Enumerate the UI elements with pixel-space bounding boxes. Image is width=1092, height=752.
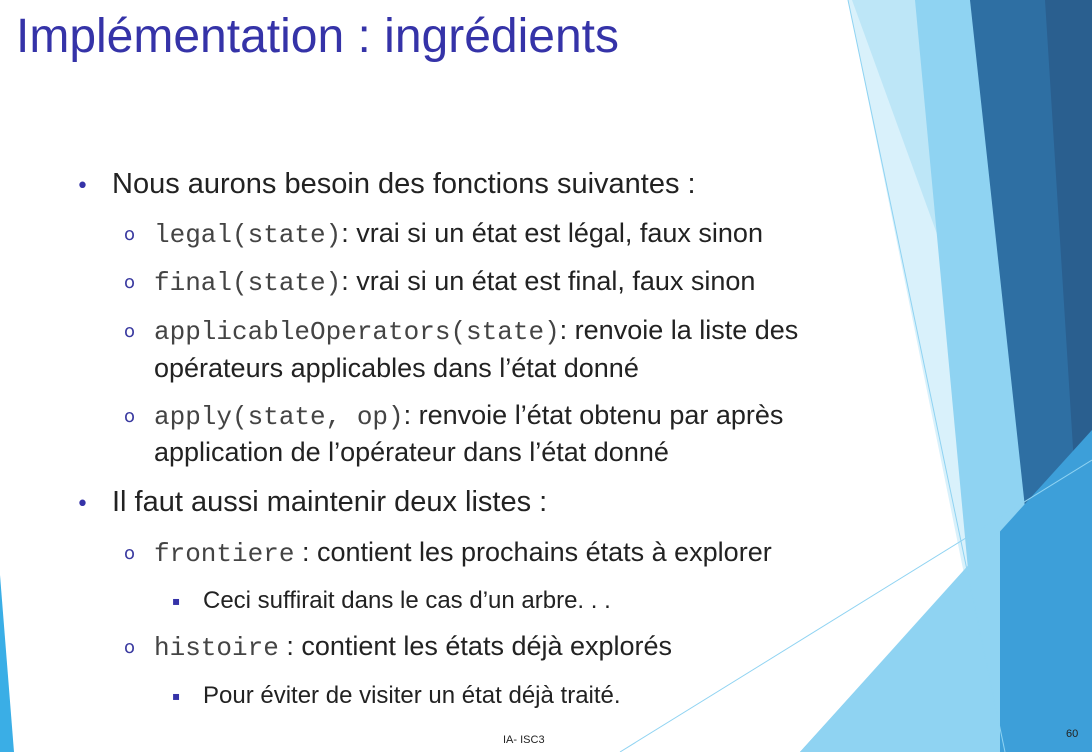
slide: Implémentation : ingrédients • Nous auro…	[0, 0, 1092, 752]
note-marker: ▪	[172, 689, 181, 703]
desc-frontiere: : contient les prochains états à explore…	[294, 537, 772, 567]
subitem-final: final(state): vrai si un état est final,…	[154, 264, 755, 300]
code-histoire: histoire	[154, 633, 279, 663]
note-histoire: Pour éviter de visiter un état déjà trai…	[203, 682, 621, 709]
code-legal: legal(state)	[154, 220, 342, 250]
bullet-marker: •	[76, 492, 89, 517]
subitem-legal: legal(state): vrai si un état est légal,…	[154, 216, 763, 252]
bullet-marker: •	[76, 174, 89, 199]
note-marker: ▪	[172, 594, 181, 608]
bullet-lists: Il faut aussi maintenir deux listes :	[112, 486, 548, 518]
subitem-marker: o	[124, 637, 136, 658]
subitem-marker: o	[124, 543, 136, 564]
bullet-functions: Nous aurons besoin des fonctions suivant…	[112, 168, 696, 200]
desc-apply: : renvoie l’état obtenu par après	[403, 400, 784, 430]
subitem-marker: o	[124, 224, 136, 245]
slide-content: • Nous aurons besoin des fonctions suiva…	[0, 0, 1092, 752]
desc-applicable-operators: : renvoie la liste des	[559, 315, 799, 345]
footer-course-label: IA- ISC3	[503, 734, 545, 746]
desc-legal: : vrai si un état est légal, faux sinon	[341, 218, 763, 248]
subitem-apply-line2: application de l’opérateur dans l’état d…	[154, 437, 669, 467]
code-final: final(state)	[154, 268, 342, 298]
subitem-apply: apply(state, op): renvoie l’état obtenu …	[154, 398, 783, 434]
code-frontiere: frontiere	[154, 539, 295, 569]
code-apply: apply(state, op)	[154, 402, 404, 432]
subitem-histoire: histoire : contient les états déjà explo…	[154, 629, 672, 665]
subitem-applicable-operators: applicableOperators(state): renvoie la l…	[154, 313, 798, 349]
page-number: 60	[1066, 728, 1079, 740]
subitem-applicable-operators-line2: opérateurs applicables dans l’état donné	[154, 353, 639, 383]
desc-histoire: : contient les états déjà explorés	[278, 631, 673, 661]
subitem-frontiere: frontiere : contient les prochains états…	[154, 535, 772, 571]
note-frontiere: Ceci suffirait dans le cas d’un arbre. .…	[203, 587, 611, 614]
subitem-marker: o	[124, 406, 136, 427]
code-applicable-operators: applicableOperators(state)	[154, 317, 560, 347]
desc-final: : vrai si un état est final, faux sinon	[341, 266, 756, 296]
subitem-marker: o	[124, 272, 136, 293]
subitem-marker: o	[124, 321, 136, 342]
